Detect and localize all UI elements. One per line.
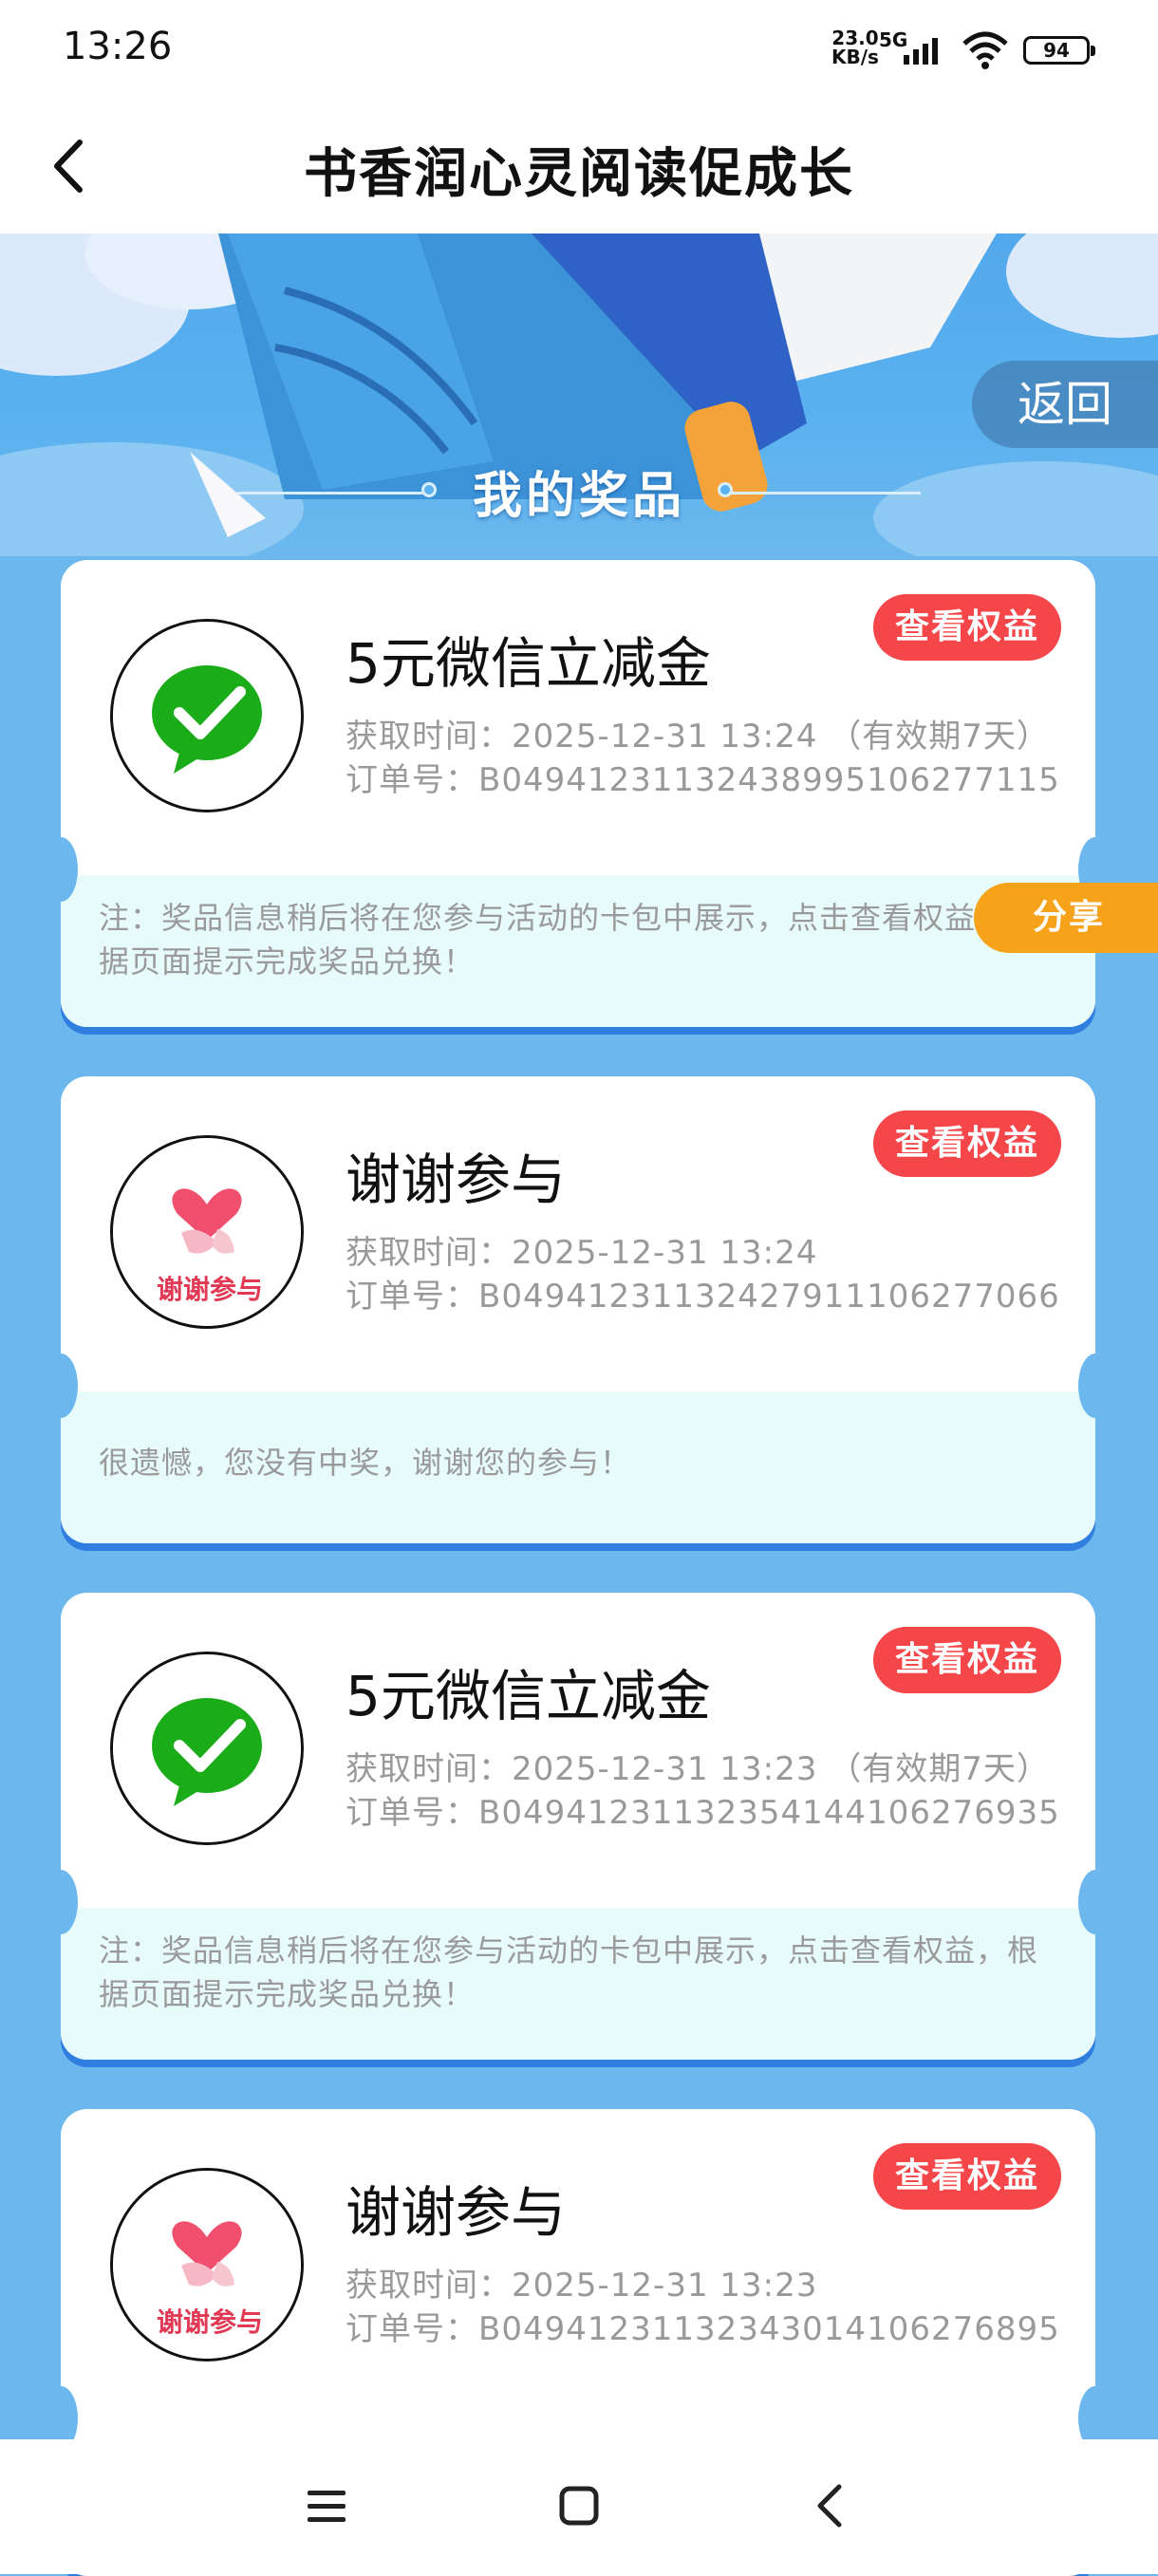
- prize-name: 5元微信立减金: [346, 1664, 711, 1728]
- status-bar: 13:26 23.0 KB/s 5G 94: [0, 0, 1158, 95]
- view-benefit-button[interactable]: 查看权益: [873, 2143, 1061, 2210]
- title-bar: 书香润心灵阅读促成长: [0, 95, 1158, 233]
- thanks-icon: 谢谢参与: [110, 2168, 304, 2361]
- return-button[interactable]: 返回: [972, 361, 1158, 448]
- wechat-icon: [110, 1652, 304, 1845]
- prize-card: 5元微信立减金 获取时间：2025-12-31 13:24 （有效期7天） 订单…: [61, 560, 1095, 1027]
- order-number: 订单号：B049412311324389951062771​15: [346, 761, 1060, 799]
- order-number: 订单号：B049412311323541441062769​35: [346, 1794, 1060, 1832]
- view-benefit-button[interactable]: 查看权益: [873, 1111, 1061, 1177]
- order-number: 订单号：B049412311324279111062770​66: [346, 1278, 1060, 1316]
- acquire-time: 获取时间：2025-12-31 13:24: [346, 1234, 818, 1272]
- prize-name: 谢谢参与: [346, 2180, 567, 2245]
- card-note-area: 很遗憾，您没有中奖，谢谢您的参与！: [61, 1391, 1095, 1543]
- page-title: 书香润心灵阅读促成长: [304, 143, 854, 205]
- acquire-time: 获取时间：2025-12-31 13:24 （有效期7天）: [346, 718, 1050, 756]
- view-benefit-button[interactable]: 查看权益: [873, 594, 1061, 661]
- acquire-time: 获取时间：2025-12-31 13:23 （有效期7天）: [346, 1750, 1050, 1788]
- status-time: 13:26: [63, 25, 173, 68]
- thanks-icon-label: 谢谢参与: [156, 2306, 263, 2338]
- card-note-area: 注：奖品信息稍后将在您参与活动的卡包中展示，点击查看权益，根据页面提示完成奖品兑…: [61, 1908, 1095, 2060]
- order-number: 订单号：B049412311323430141062768​95: [346, 2310, 1060, 2348]
- prize-card: 谢谢参与 谢谢参与 获取时间：2025-12-31 13:24 订单号：B049…: [61, 1076, 1095, 1543]
- thanks-icon: 谢谢参与: [110, 1135, 304, 1329]
- network-speed: 23.0 KB/s: [831, 27, 879, 68]
- signal-icon: [904, 38, 938, 65]
- home-icon[interactable]: [551, 2477, 607, 2534]
- card-note: 注：奖品信息稍后将在您参与活动的卡包中展示，点击查看权益，根据页面提示完成奖品兑…: [99, 900, 1039, 980]
- system-navigation-bar: [0, 2439, 1158, 2574]
- back-icon[interactable]: [803, 2477, 860, 2534]
- section-title: 我的奖品: [472, 468, 685, 525]
- wifi-icon: [962, 31, 1008, 69]
- prize-name: 5元微信立减金: [346, 631, 711, 696]
- card-note: 很遗憾，您没有中奖，谢谢您的参与！: [99, 1445, 632, 1481]
- card-note: 注：奖品信息稍后将在您参与活动的卡包中展示，点击查看权益，根据页面提示完成奖品兑…: [99, 1932, 1039, 2012]
- wechat-icon: [110, 619, 304, 812]
- battery-indicator: 94: [1023, 36, 1095, 65]
- view-benefit-button[interactable]: 查看权益: [873, 1627, 1061, 1693]
- share-button[interactable]: 分享: [974, 883, 1158, 953]
- thanks-icon-label: 谢谢参与: [156, 1274, 263, 1305]
- menu-icon[interactable]: [298, 2477, 355, 2534]
- acquire-time: 获取时间：2025-12-31 13:23: [346, 2267, 818, 2305]
- prize-name: 谢谢参与: [346, 1148, 567, 1212]
- prize-card: 5元微信立减金 获取时间：2025-12-31 13:23 （有效期7天） 订单…: [61, 1593, 1095, 2060]
- card-note-area: 注：奖品信息稍后将在您参与活动的卡包中展示，点击查看权益，根据页面提示完成奖品兑…: [61, 875, 1095, 1027]
